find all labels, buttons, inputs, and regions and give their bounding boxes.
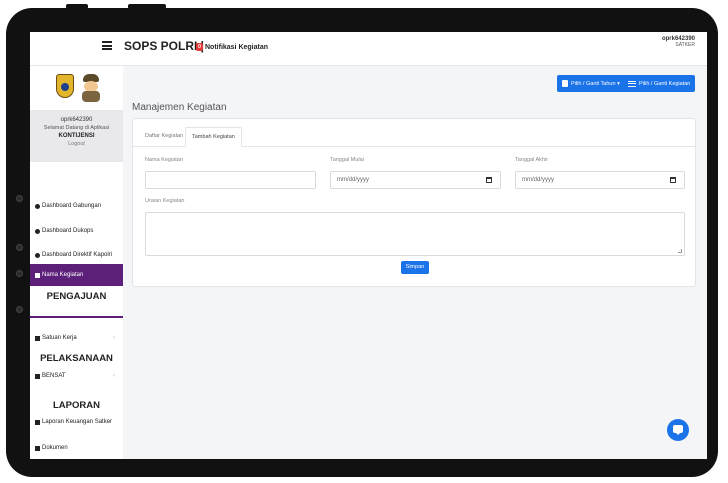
uraian-kegiatan-textarea[interactable] — [145, 212, 685, 256]
calendar-icon — [562, 80, 568, 87]
tanggal-mulai-placeholder: mm/dd/yyyy — [337, 177, 370, 183]
pick-activity-label: Pilih / Ganti Kegiatan — [639, 80, 691, 87]
app-title: SOPS POLRI | — [124, 39, 205, 53]
camera-dot — [16, 195, 23, 202]
list-icon — [35, 272, 40, 278]
device-button — [128, 4, 166, 9]
sidebar-item-label: Satuan Kerja — [42, 335, 77, 341]
sidebar: oprk642390 Selamat Datang di Aplikasi KO… — [30, 66, 123, 459]
report-icon — [35, 419, 40, 425]
pick-activity-button[interactable]: Pilih / Ganti Kegiatan — [623, 75, 696, 92]
tanggal-akhir-input[interactable]: mm/dd/yyyy — [515, 171, 685, 189]
user-role: SATKER — [675, 42, 695, 48]
section-pelaksanaan: PELAKSANAAN — [40, 353, 113, 364]
sidebar-item-satuan-kerja[interactable]: Satuan Kerja ‹ — [30, 328, 123, 348]
document-icon — [35, 445, 40, 451]
screen: SOPS POLRI | 0 Notifikasi Kegiatan oprk6… — [30, 32, 707, 459]
pick-year-label: Pilih / Ganti Tahun ▾ — [571, 80, 620, 87]
building-icon — [35, 335, 40, 341]
section-pengajuan: PENGAJUAN — [46, 291, 107, 302]
sensor-dot — [16, 244, 23, 251]
bank-icon — [35, 373, 40, 379]
sidebar-item-dashboard-dukops[interactable]: Dashboard Dukops — [30, 221, 123, 241]
tab-bar: Daftar Kegiatan Tambah Kegiatan — [133, 119, 695, 147]
sidebar-item-label: Dokumen — [42, 445, 68, 451]
user-menu[interactable]: oprk642390 SATKER — [662, 36, 695, 48]
save-button[interactable]: Simpan — [401, 261, 429, 274]
section-divider — [30, 316, 123, 318]
form-card: Daftar Kegiatan Tambah Kegiatan Nama Keg… — [132, 118, 696, 287]
chat-icon[interactable] — [667, 419, 689, 441]
sidebar-item-label: Nama Kegiatan — [42, 272, 84, 278]
list-icon — [628, 80, 636, 87]
topbar: SOPS POLRI | 0 Notifikasi Kegiatan oprk6… — [30, 32, 707, 66]
resize-handle-icon[interactable] — [678, 249, 682, 253]
sidebar-item-bensat[interactable]: BENSAT ‹ — [30, 366, 123, 386]
chevron-left-icon: ‹ — [113, 373, 115, 379]
profile-org: KONTIJENSI — [58, 133, 95, 139]
tab-daftar-kegiatan[interactable]: Daftar Kegiatan — [139, 127, 189, 147]
sidebar-item-label: Laporan Keuangan Satker — [42, 419, 113, 425]
sensor-dot — [16, 270, 23, 277]
sidebar-item-label: Dashboard Gabungan — [42, 203, 102, 209]
tab-tambah-kegiatan[interactable]: Tambah Kegiatan — [185, 127, 242, 147]
police-mascot-logo — [80, 74, 102, 102]
dashboard-icon — [35, 228, 40, 234]
tanggal-akhir-label: Tanggal Akhir — [515, 157, 549, 163]
device-button — [66, 4, 88, 9]
sidebar-item-dokumen[interactable]: Dokumen — [30, 438, 123, 458]
logo-group — [56, 74, 102, 104]
profile-username: oprk642390 — [60, 117, 93, 123]
tanggal-akhir-placeholder: mm/dd/yyyy — [522, 177, 555, 183]
profile-panel: oprk642390 Selamat Datang di Aplikasi KO… — [30, 110, 123, 162]
uraian-kegiatan-label: Uraian Kegiatan — [145, 198, 185, 204]
sidebar-item-label: Dashboard Direktif Kapolri — [42, 252, 113, 258]
tanggal-mulai-input[interactable]: mm/dd/yyyy — [330, 171, 501, 189]
calendar-icon[interactable] — [670, 177, 676, 183]
calendar-icon[interactable] — [486, 177, 492, 183]
notification-badge: 0 — [196, 43, 203, 51]
nama-kegiatan-label: Nama Kegiatan — [145, 157, 183, 163]
sidebar-item-nama-kegiatan[interactable]: Nama Kegiatan — [30, 264, 123, 286]
logout-link[interactable]: Logout — [30, 141, 123, 147]
dashboard-icon — [35, 252, 40, 258]
sidebar-item-label: Dashboard Dukops — [42, 228, 94, 234]
profile-welcome: Selamat Datang di Aplikasi — [43, 125, 110, 131]
nama-kegiatan-input[interactable] — [145, 171, 316, 189]
hamburger-menu-icon[interactable] — [102, 41, 112, 50]
chevron-left-icon: ‹ — [113, 335, 115, 341]
sensor-dot — [16, 306, 23, 313]
sidebar-item-dashboard-direktif[interactable]: Dashboard Direktif Kapolri — [30, 245, 123, 265]
notification-label: Notifikasi Kegiatan — [205, 43, 269, 51]
section-laporan: LAPORAN — [53, 400, 100, 411]
notification-link[interactable]: 0 Notifikasi Kegiatan — [196, 43, 268, 51]
sidebar-item-label: BENSAT — [42, 373, 66, 379]
tanggal-mulai-label: Tanggal Mulai — [330, 157, 364, 163]
pick-year-button[interactable]: Pilih / Ganti Tahun ▾ — [557, 75, 625, 92]
police-badge-logo — [56, 74, 74, 98]
sidebar-item-dashboard-gabungan[interactable]: Dashboard Gabungan — [30, 196, 123, 216]
dashboard-icon — [35, 203, 40, 209]
sidebar-item-laporan-keuangan[interactable]: Laporan Keuangan Satker — [30, 412, 123, 432]
page-title: Manajemen Kegiatan — [132, 102, 227, 113]
